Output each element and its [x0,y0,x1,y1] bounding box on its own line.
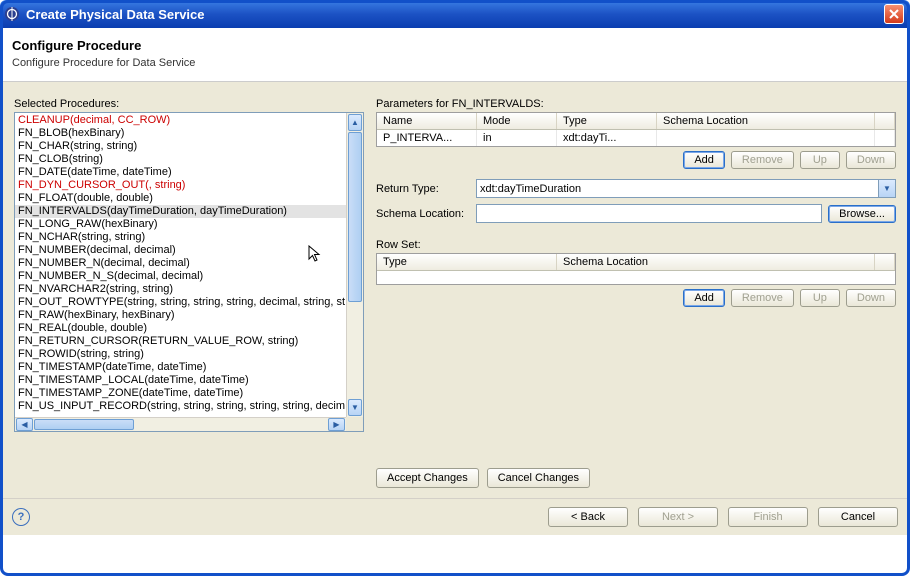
scroll-thumb[interactable] [348,132,362,302]
list-item[interactable]: FN_LONG_RAW(hexBinary) [15,218,363,231]
params-down-button: Down [846,151,896,169]
scroll-thumb-h[interactable] [34,419,134,430]
return-type-label: Return Type: [376,183,470,195]
list-item[interactable]: FN_RETURN_CURSOR(RETURN_VALUE_ROW, strin… [15,335,363,348]
parameters-table[interactable]: Name Mode Type Schema Location P_INTERVA… [376,112,896,147]
horizontal-scrollbar[interactable]: ◀ ▶ [15,417,346,431]
schema-location-label: Schema Location: [376,208,470,220]
parameters-label: Parameters for FN_INTERVALDS: [376,98,896,110]
page-title: Configure Procedure [12,38,898,53]
col-mode[interactable]: Mode [477,113,557,129]
wizard-footer: ? < Back Next > Finish Cancel [0,498,910,535]
params-add-button[interactable]: Add [683,151,725,169]
rowset-add-button[interactable]: Add [683,289,725,307]
window-title: Create Physical Data Service [26,7,205,22]
procedures-label: Selected Procedures: [14,98,364,110]
list-item[interactable]: FN_US_INPUT_RECORD(string, string, strin… [15,400,363,413]
page-subtitle: Configure Procedure for Data Service [12,57,898,69]
list-item[interactable]: CLEANUP(decimal, CC_ROW) [15,114,363,127]
col-schema[interactable]: Schema Location [657,113,875,129]
rowset-remove-button: Remove [731,289,794,307]
list-item[interactable]: FN_CLOB(string) [15,153,363,166]
procedures-list[interactable]: CLEANUP(decimal, CC_ROW)FN_BLOB(hexBinar… [14,112,364,432]
table-row[interactable] [377,271,895,285]
list-item[interactable]: FN_TIMESTAMP(dateTime, dateTime) [15,361,363,374]
scroll-left-icon[interactable]: ◀ [16,418,33,431]
rowset-col-schema[interactable]: Schema Location [557,254,875,270]
scroll-right-icon[interactable]: ▶ [328,418,345,431]
rowset-table[interactable]: Type Schema Location [376,253,896,285]
rowset-down-button: Down [846,289,896,307]
list-item[interactable]: FN_NUMBER_N_S(decimal, decimal) [15,270,363,283]
titlebar: Create Physical Data Service [0,0,910,28]
finish-button: Finish [728,507,808,527]
browse-button[interactable]: Browse... [828,205,896,223]
close-button[interactable] [884,4,904,24]
accept-changes-button[interactable]: Accept Changes [376,468,479,488]
chevron-down-icon[interactable]: ▼ [878,180,895,197]
params-remove-button: Remove [731,151,794,169]
wizard-header: Configure Procedure Configure Procedure … [0,28,910,82]
list-item[interactable]: FN_FLOAT(double, double) [15,192,363,205]
list-item[interactable]: FN_NCHAR(string, string) [15,231,363,244]
list-item[interactable]: FN_NUMBER_N(decimal, decimal) [15,257,363,270]
list-item[interactable]: FN_DATE(dateTime, dateTime) [15,166,363,179]
next-button: Next > [638,507,718,527]
rowset-up-button: Up [800,289,840,307]
list-item[interactable]: FN_OUT_ROWTYPE(string, string, string, s… [15,296,363,309]
scroll-down-icon[interactable]: ▼ [348,399,362,416]
return-type-select[interactable] [476,179,896,198]
app-icon [4,6,20,22]
params-up-button: Up [800,151,840,169]
list-item[interactable]: FN_ROWID(string, string) [15,348,363,361]
list-item[interactable]: FN_NUMBER(decimal, decimal) [15,244,363,257]
vertical-scrollbar[interactable]: ▲ ▼ [346,113,363,417]
main-content: Selected Procedures: CLEANUP(decimal, CC… [0,82,910,498]
list-item[interactable]: FN_RAW(hexBinary, hexBinary) [15,309,363,322]
schema-location-input[interactable] [476,204,822,223]
rowset-label: Row Set: [376,239,896,251]
col-name[interactable]: Name [377,113,477,129]
list-item[interactable]: FN_REAL(double, double) [15,322,363,335]
back-button[interactable]: < Back [548,507,628,527]
help-icon[interactable]: ? [12,508,30,526]
list-item[interactable]: FN_CHAR(string, string) [15,140,363,153]
list-item[interactable]: FN_DYN_CURSOR_OUT(, string) [15,179,363,192]
rowset-col-type[interactable]: Type [377,254,557,270]
list-item[interactable]: FN_NVARCHAR2(string, string) [15,283,363,296]
list-item[interactable]: FN_INTERVALDS(dayTimeDuration, dayTimeDu… [15,205,363,218]
list-item[interactable]: FN_BLOB(hexBinary) [15,127,363,140]
cancel-changes-button[interactable]: Cancel Changes [487,468,590,488]
list-item[interactable]: FN_TIMESTAMP_LOCAL(dateTime, dateTime) [15,374,363,387]
cancel-button[interactable]: Cancel [818,507,898,527]
list-item[interactable]: FN_TIMESTAMP_ZONE(dateTime, dateTime) [15,387,363,400]
col-type[interactable]: Type [557,113,657,129]
scroll-up-icon[interactable]: ▲ [348,114,362,131]
table-row[interactable]: P_INTERVA... in xdt:dayTi... [377,130,895,146]
